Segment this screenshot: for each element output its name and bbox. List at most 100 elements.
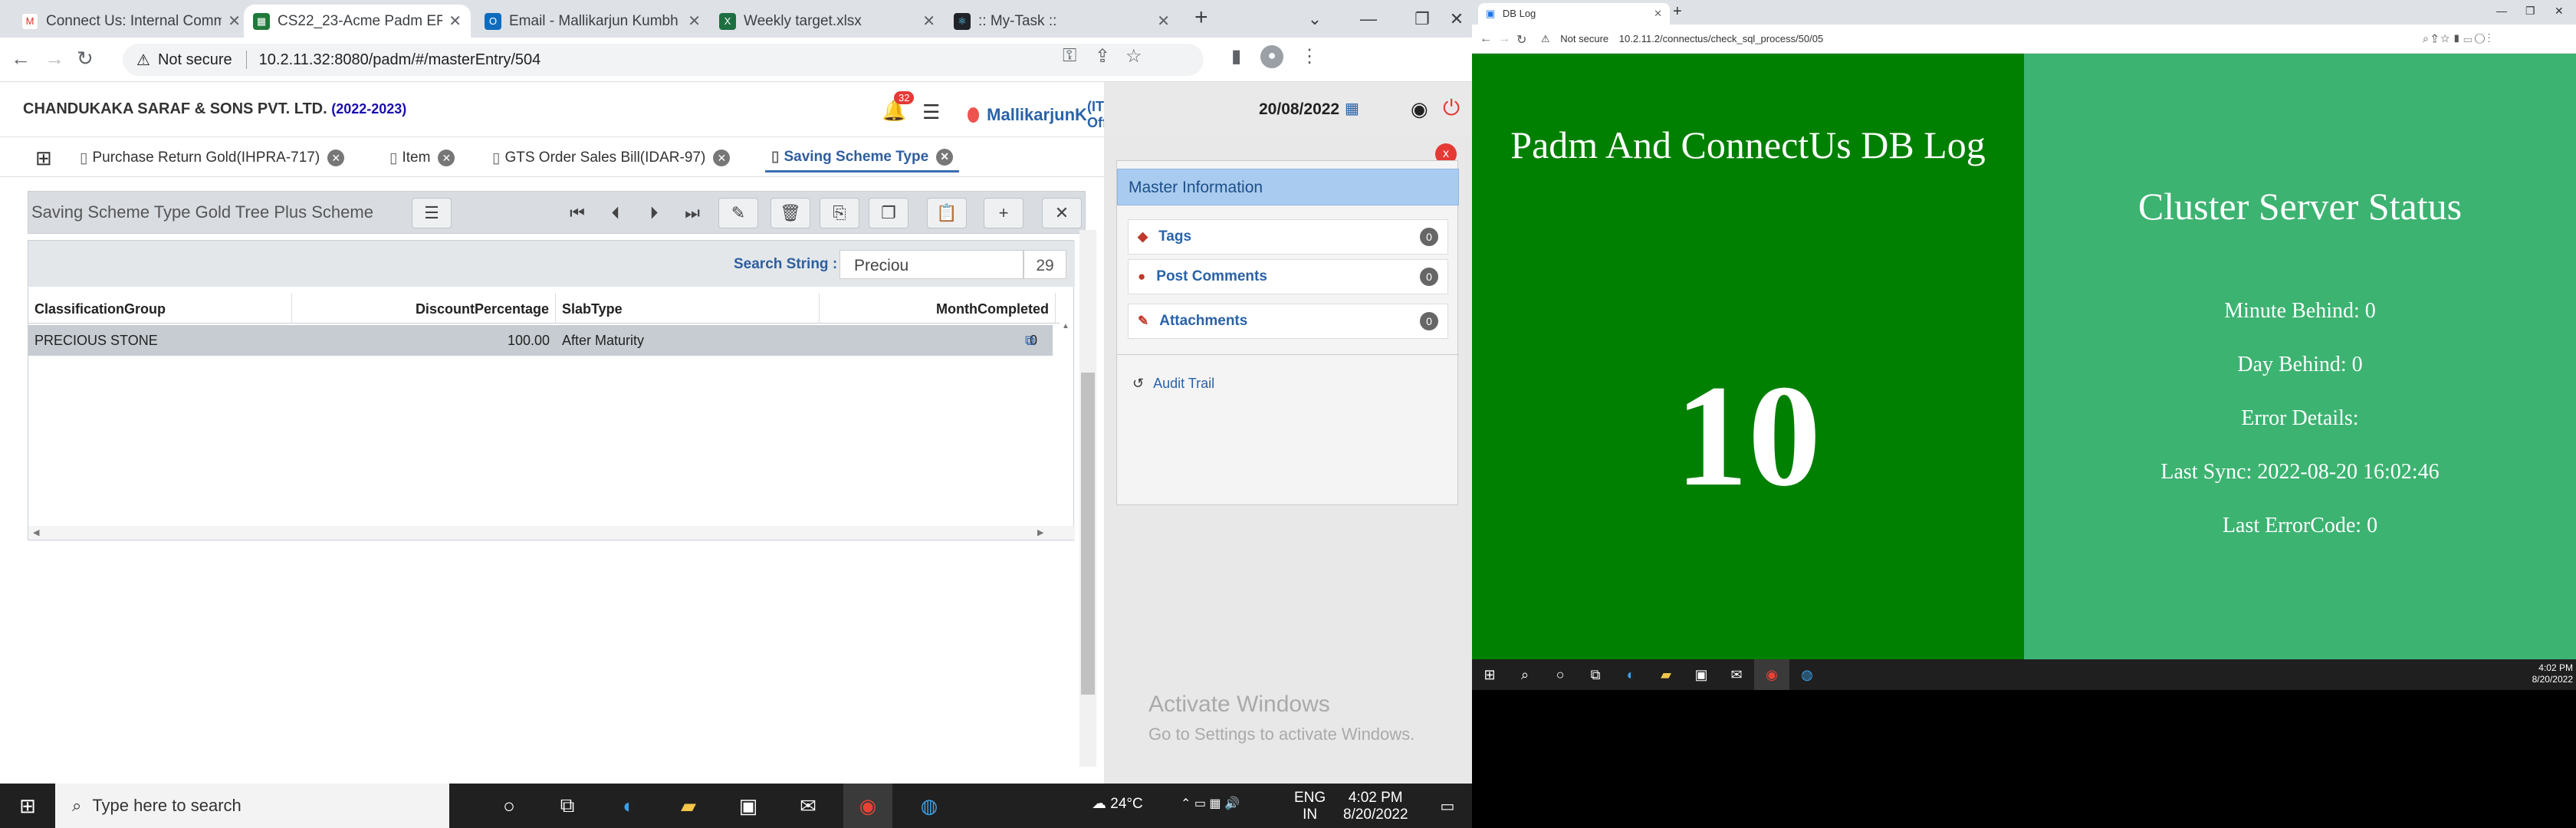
close-icon[interactable]: ✕ bbox=[688, 12, 701, 31]
browser-app-icon[interactable]: ◍ bbox=[905, 784, 954, 828]
address-bar[interactable]: ⚠ Not secure 10.2.11.2/connectus/check_s… bbox=[1541, 30, 2323, 48]
close-window-button[interactable]: ✕ bbox=[2555, 5, 2564, 18]
close-form-button[interactable]: ✕ bbox=[1042, 198, 1082, 228]
tab-saving-scheme-type[interactable]: ▯ Saving Scheme Type ✕ bbox=[765, 143, 960, 172]
taskbar-search[interactable]: ⌕ Type here to search bbox=[55, 784, 449, 828]
scroll-right-icon[interactable]: ▶ bbox=[1037, 527, 1043, 537]
share-icon[interactable]: ⇪ bbox=[1095, 45, 1110, 67]
close-icon[interactable]: ✕ bbox=[438, 150, 455, 166]
new-document-button[interactable]: ⎘ bbox=[820, 198, 859, 228]
restore-button[interactable]: ❐ bbox=[2525, 5, 2535, 18]
browser-tab-db-log[interactable]: ▣ DB Log ✕ bbox=[1478, 3, 1670, 25]
reload-icon[interactable]: ↻ bbox=[77, 47, 94, 71]
system-tray-icons[interactable]: ⌃ ▭ ▦ 🔊 bbox=[1181, 796, 1240, 813]
browser-tab-weekly-target[interactable]: X Weekly target.xlsx ✕ bbox=[710, 5, 945, 38]
search-icon[interactable]: ⌕ bbox=[1507, 659, 1543, 690]
store-icon[interactable]: ▣ bbox=[724, 784, 773, 828]
taskbar-clock[interactable]: 4:02 PM 8/20/2022 bbox=[1343, 790, 1408, 823]
close-window-button[interactable]: ✕ bbox=[1441, 0, 1472, 38]
close-icon[interactable]: ✕ bbox=[936, 148, 954, 166]
close-icon[interactable]: ✕ bbox=[228, 12, 241, 31]
power-icon[interactable]: ⏻ bbox=[1443, 96, 1460, 121]
mail-icon[interactable]: ✉ bbox=[784, 784, 833, 828]
file-explorer-icon[interactable]: ▰ bbox=[1648, 659, 1684, 690]
back-icon[interactable]: ← bbox=[11, 47, 31, 71]
forward-icon[interactable]: → bbox=[44, 47, 64, 71]
column-header-month-completed[interactable]: MonthCompleted bbox=[820, 293, 1056, 324]
last-record-button[interactable]: ⏭ bbox=[672, 198, 712, 228]
close-icon[interactable]: ✕ bbox=[713, 150, 731, 166]
tab-purchase-return-gold[interactable]: ▯ Purchase Return Gold(IHPRA-717) ✕ bbox=[74, 143, 350, 172]
hide-eye-icon[interactable]: ◉ bbox=[1411, 97, 1428, 121]
previous-record-button[interactable]: ⏴ bbox=[596, 198, 636, 228]
column-header-discount-percentage[interactable]: DiscountPercentage bbox=[292, 293, 556, 324]
address-bar[interactable]: ⚠ Not secure 10.2.11.32:8080/padm/#/mast… bbox=[123, 44, 1204, 76]
scroll-left-icon[interactable]: ◀ bbox=[33, 527, 39, 537]
extension-icons[interactable]: ⌕ ⇪ ☆ ▮ ▭ ◯ ⋮ bbox=[2423, 32, 2490, 45]
chrome-icon[interactable]: ◉ bbox=[1754, 659, 1789, 690]
side-panel-icon[interactable]: ▮ bbox=[1231, 45, 1241, 67]
language-indicator[interactable]: ENG IN bbox=[1294, 790, 1326, 823]
new-tab-button[interactable]: + bbox=[1673, 3, 1682, 21]
forward-icon[interactable]: → bbox=[1498, 32, 1510, 46]
attachments-row[interactable]: ✎ Attachments 0 bbox=[1128, 304, 1448, 339]
edit-button[interactable]: ✎ bbox=[718, 198, 758, 228]
tab-item[interactable]: ▯ Item ✕ bbox=[383, 143, 461, 172]
back-icon[interactable]: ← bbox=[1480, 32, 1492, 46]
star-icon[interactable]: ☆ bbox=[1125, 45, 1142, 67]
taskbar-clock[interactable]: 4:02 PM 8/20/2022 bbox=[2530, 662, 2573, 685]
task-view-icon[interactable]: ⧉ bbox=[543, 784, 592, 828]
browser-tab-my-task[interactable]: ⚛ :: My-Task :: ✕ bbox=[945, 5, 1179, 38]
list-view-button[interactable]: ☰ bbox=[412, 198, 452, 228]
search-input[interactable]: Preciou bbox=[840, 250, 1024, 279]
grid-horizontal-scrollbar[interactable]: ◀ ▶ bbox=[28, 526, 1075, 540]
profile-avatar[interactable]: ● bbox=[1260, 45, 1283, 68]
weather-widget[interactable]: ☁ 24°C bbox=[1092, 796, 1143, 813]
scroll-thumb[interactable] bbox=[1081, 373, 1095, 695]
column-header-slab-type[interactable]: SlabType bbox=[556, 293, 820, 324]
menu-icon[interactable]: ⋮ bbox=[1300, 45, 1319, 67]
apps-grid-icon[interactable]: ⊞ bbox=[35, 146, 52, 170]
close-icon[interactable]: ✕ bbox=[922, 12, 935, 31]
minimize-button[interactable]: — bbox=[2496, 5, 2507, 17]
mail-icon[interactable]: ✉ bbox=[1719, 659, 1754, 690]
first-record-button[interactable]: ⏮ bbox=[557, 198, 597, 228]
calendar-icon[interactable]: ▦ bbox=[1345, 99, 1359, 118]
scroll-up-icon[interactable]: ▲ bbox=[1062, 322, 1070, 330]
grid-vertical-scrollbar[interactable]: ▲ ▼ bbox=[1058, 317, 1073, 540]
close-icon[interactable]: ✕ bbox=[449, 12, 462, 31]
reload-icon[interactable]: ↻ bbox=[1516, 32, 1526, 48]
browser-tab-email[interactable]: O Email - Mallikarjun Kumbh ✕ bbox=[475, 5, 710, 38]
column-header-classification-group[interactable]: ClassificationGroup bbox=[34, 293, 292, 324]
task-view-icon[interactable]: ⧉ bbox=[1578, 659, 1613, 690]
chrome-icon[interactable]: ◉ bbox=[843, 784, 892, 828]
add-button[interactable]: + bbox=[984, 198, 1024, 228]
store-icon[interactable]: ▣ bbox=[1684, 659, 1719, 690]
post-comments-row[interactable]: ● Post Comments 0 bbox=[1128, 259, 1448, 294]
close-icon[interactable]: ✕ bbox=[1157, 12, 1170, 31]
tab-gts-order-sales-bill[interactable]: ▯ GTS Order Sales Bill(IDAR-97) ✕ bbox=[486, 143, 736, 172]
list-icon[interactable]: ☰ bbox=[922, 100, 940, 124]
audit-trail-link[interactable]: ↺ Audit Trail bbox=[1132, 376, 1214, 392]
delete-button[interactable]: 🗑 bbox=[770, 198, 810, 228]
cortana-icon[interactable]: ○ bbox=[485, 784, 534, 828]
browser-tab-connect-us[interactable]: M Connect Us: Internal Comm ✕ bbox=[12, 5, 250, 38]
edge-icon[interactable]: ◐ bbox=[1613, 659, 1648, 690]
windows-start-icon[interactable]: ⊞ bbox=[3, 784, 52, 828]
browser-app-icon[interactable]: ◍ bbox=[1789, 659, 1825, 690]
table-row[interactable]: PRECIOUS STONE 100.00 After Maturity 0 ⧉ bbox=[28, 325, 1053, 356]
notification-center-icon[interactable]: ▭ bbox=[1423, 784, 1472, 828]
windows-start-icon[interactable]: ⊞ bbox=[1472, 659, 1507, 690]
tags-row[interactable]: ◆ Tags 0 bbox=[1128, 219, 1448, 255]
file-explorer-icon[interactable]: ▰ bbox=[664, 784, 713, 828]
open-record-icon[interactable]: ⧉ bbox=[1025, 325, 1048, 356]
close-icon[interactable]: ✕ bbox=[1654, 8, 1662, 20]
copy-button[interactable]: ❐ bbox=[869, 198, 909, 228]
minimize-button[interactable]: — bbox=[1342, 0, 1395, 38]
page-scrollbar[interactable] bbox=[1079, 230, 1096, 767]
cortana-icon[interactable]: ○ bbox=[1543, 659, 1578, 690]
close-icon[interactable]: ✕ bbox=[327, 150, 345, 166]
key-icon[interactable]: ⚿ bbox=[1063, 45, 1076, 67]
next-record-button[interactable]: ⏵ bbox=[634, 198, 674, 228]
edge-icon[interactable]: ◐ bbox=[604, 784, 653, 828]
